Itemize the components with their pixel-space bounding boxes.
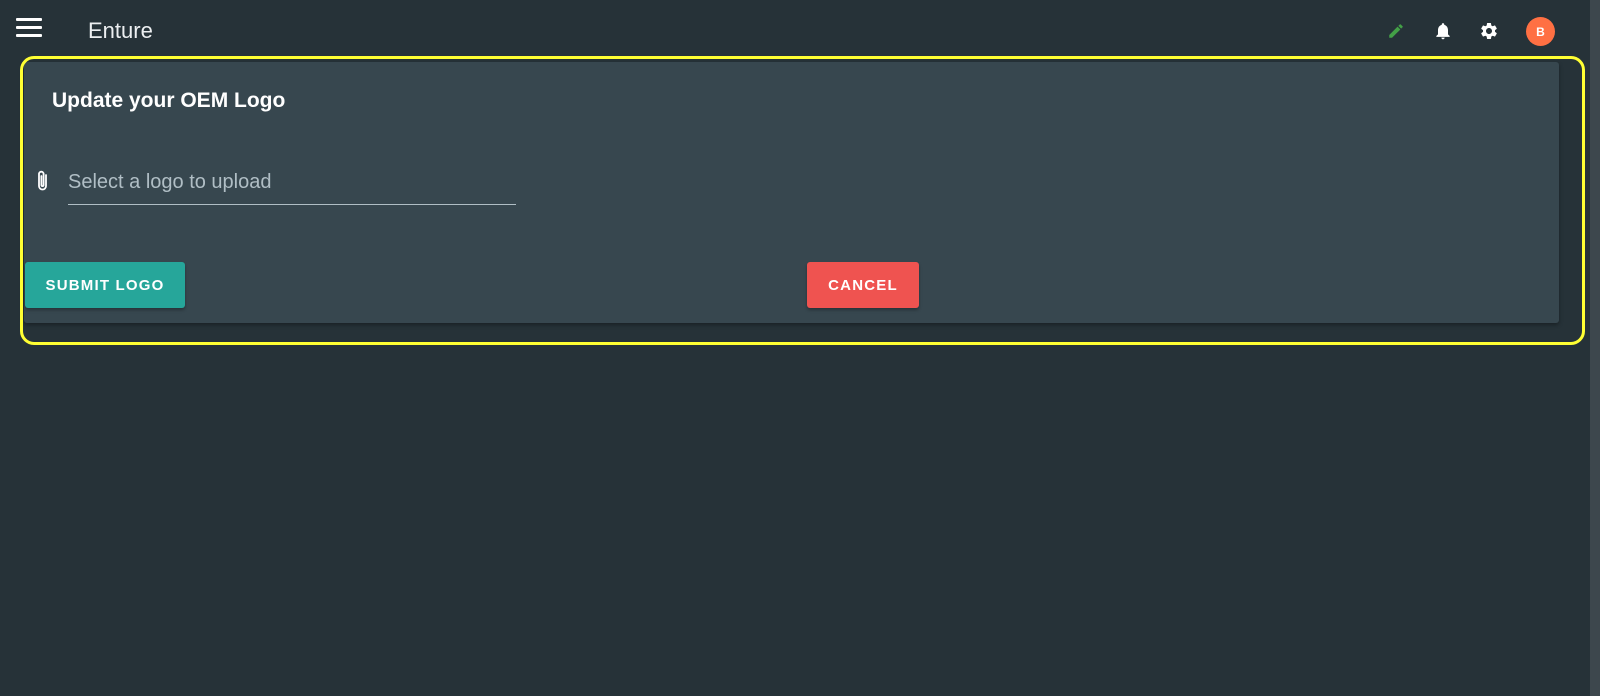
pencil-icon[interactable] [1379, 14, 1413, 48]
gear-icon[interactable] [1472, 14, 1506, 48]
hamburger-menu-icon[interactable] [16, 18, 42, 42]
avatar[interactable]: B [1526, 17, 1555, 46]
scrollbar-track[interactable] [1590, 0, 1600, 696]
app-title: Enture [88, 18, 153, 43]
bell-icon[interactable] [1426, 14, 1460, 48]
avatar-initial: B [1536, 24, 1545, 39]
top-app-bar: Enture B [0, 0, 1600, 60]
highlight-outline [20, 56, 1585, 345]
